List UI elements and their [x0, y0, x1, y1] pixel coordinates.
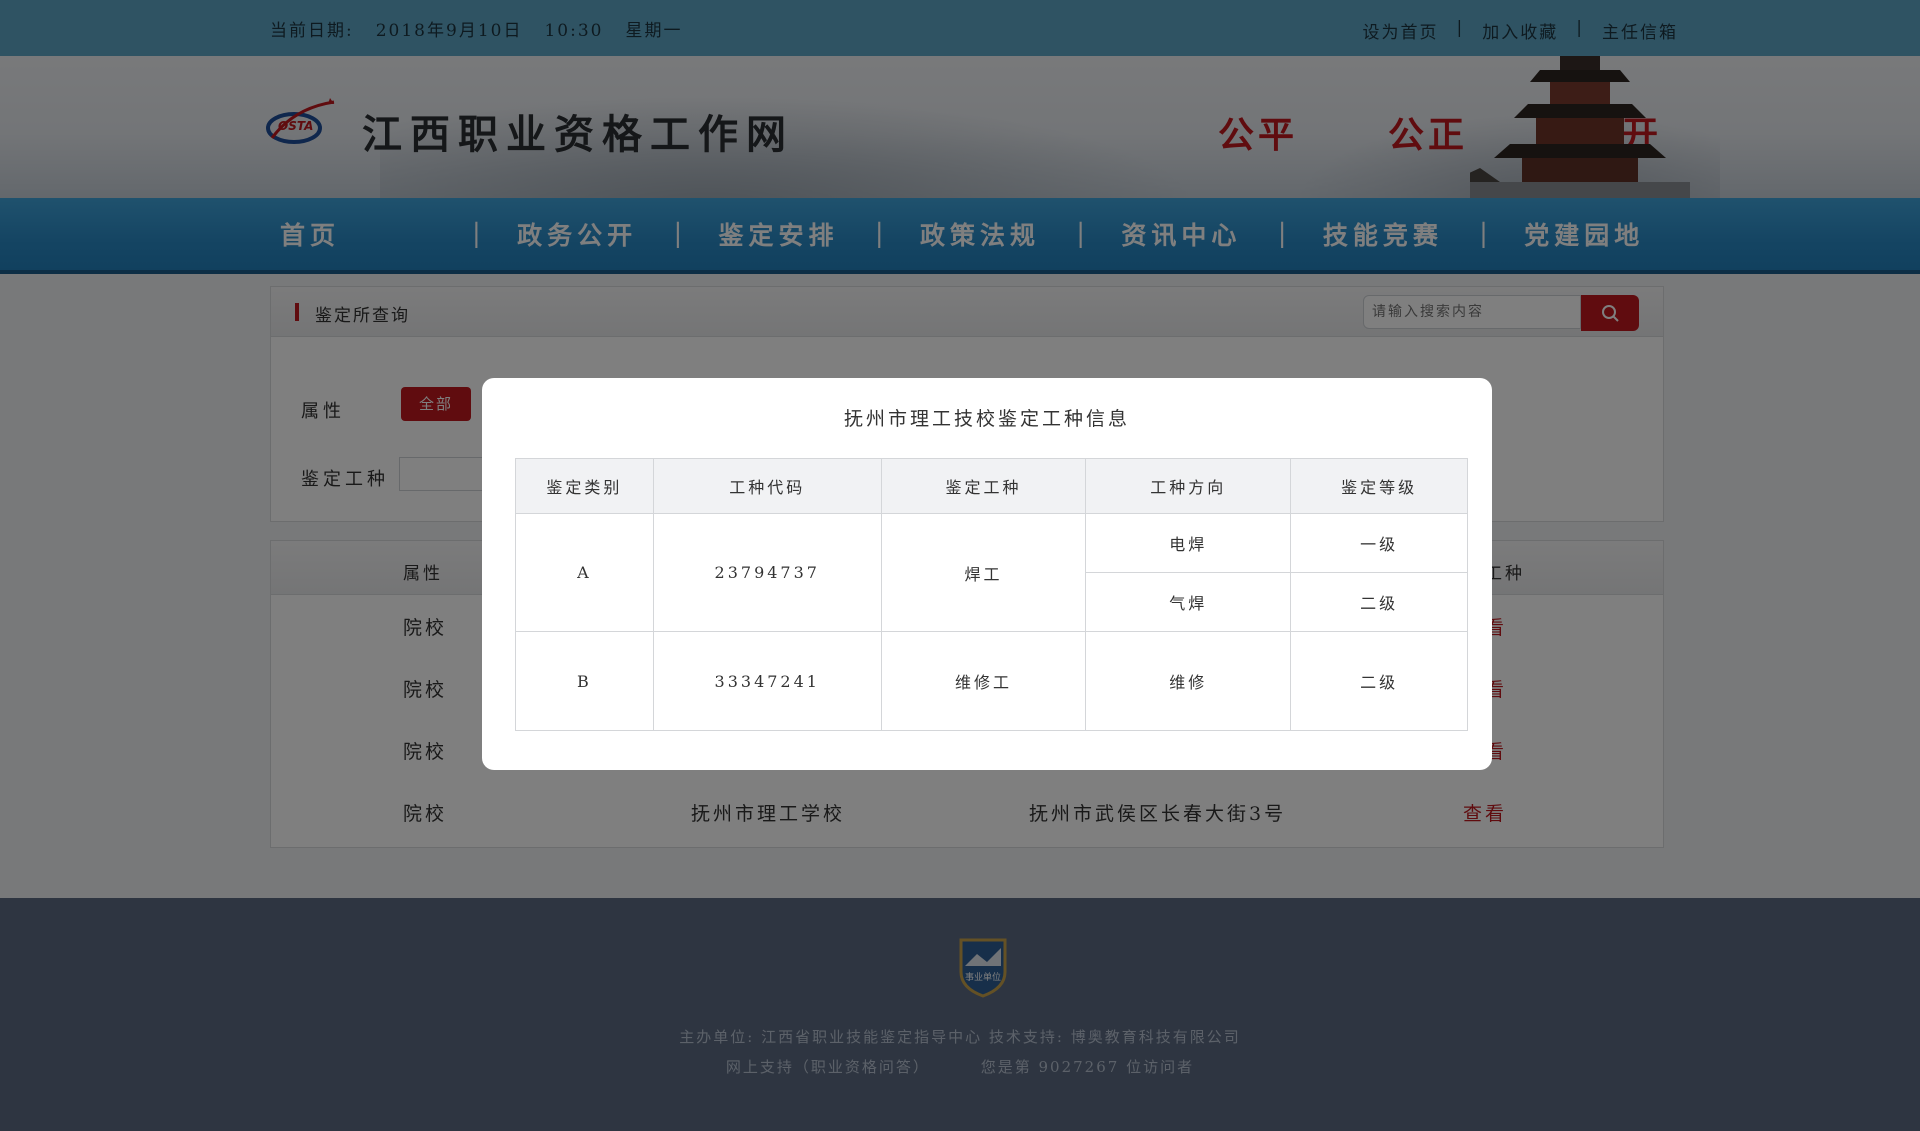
cell-work-type: 焊工 — [880, 513, 1087, 632]
cell-category: A — [515, 513, 654, 632]
cell-code: 23794737 — [652, 513, 882, 632]
header-direction: 工种方向 — [1085, 458, 1292, 514]
cell-level: 二级 — [1290, 631, 1468, 731]
header-code: 工种代码 — [652, 458, 882, 514]
work-type-info-modal: 抚州市理工技校鉴定工种信息 鉴定类别 工种代码 鉴定工种 工种方向 鉴定等级 A… — [482, 378, 1492, 770]
table-header-row: 鉴定类别 工种代码 鉴定工种 工种方向 鉴定等级 — [515, 458, 1468, 514]
header-category: 鉴定类别 — [515, 458, 654, 514]
cell-direction: 维修 — [1085, 631, 1292, 731]
cell-level: 二级 — [1290, 572, 1468, 632]
cell-category: B — [515, 631, 654, 731]
modal-title: 抚州市理工技校鉴定工种信息 — [843, 408, 1130, 430]
table-row: A 23794737 焊工 电焊 一级 — [515, 513, 1468, 632]
cell-direction: 电焊 — [1085, 513, 1292, 573]
work-type-table: 鉴定类别 工种代码 鉴定工种 工种方向 鉴定等级 A 23794737 焊工 电… — [515, 458, 1468, 731]
table-row: B 33347241 维修工 维修 二级 — [515, 631, 1468, 731]
cell-direction: 气焊 — [1085, 572, 1292, 632]
cell-code: 33347241 — [652, 631, 882, 731]
header-level: 鉴定等级 — [1290, 458, 1468, 514]
cell-work-type: 维修工 — [880, 631, 1087, 731]
header-work-type: 鉴定工种 — [880, 458, 1087, 514]
cell-level: 一级 — [1290, 513, 1468, 573]
